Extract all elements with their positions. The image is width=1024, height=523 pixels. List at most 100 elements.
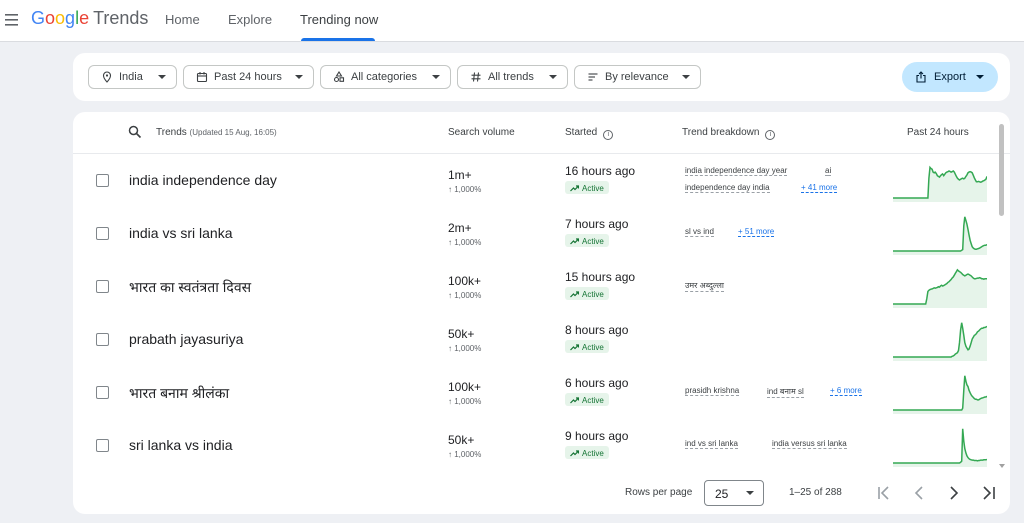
active-status-badge: Active [565,181,609,194]
search-volume-change: ↑ 1,000% [448,450,482,459]
past-24-hours-column-header: Past 24 hours [907,127,969,138]
more-queries-link[interactable]: + 6 more [830,386,862,396]
active-status-badge: Active [565,340,609,353]
trend-name[interactable]: prabath jayasuriya [129,331,243,347]
table-row[interactable]: sri lanka vs india 50k+ ↑ 1,000% 9 hours ag… [73,419,1010,472]
trend-breakdown-query[interactable]: उमर अब्दुल्ला [685,280,724,292]
trend-name[interactable]: sri lanka vs india [129,437,233,453]
row-checkbox[interactable] [96,386,109,399]
sparkline-line [893,216,987,252]
started-time: 9 hours ago [565,429,629,443]
row-checkbox[interactable] [96,333,109,346]
chevron-down-icon [295,75,303,79]
active-status-label: Active [582,236,604,246]
more-queries-link[interactable]: + 41 more [801,183,838,193]
hashtag-icon [471,72,481,82]
export-button-label: Export [934,71,966,83]
calendar-icon [196,72,208,83]
sparkline-line [893,428,987,464]
sparkline-chart [893,322,987,361]
table-row[interactable]: india independence day 1m+ ↑ 1,000% 16 hour… [73,154,1010,207]
rows-per-page-value: 25 [715,487,729,501]
info-icon[interactable]: i [765,130,776,140]
last-page-icon[interactable] [981,484,997,502]
location-filter-chip[interactable]: India [88,65,177,89]
started-column-header[interactable]: Started i [565,127,614,140]
trend-breakdown-column-header: Trend breakdown i [682,127,776,140]
trend-type-filter-label: All trends [488,71,534,83]
search-volume: 100k+ [448,274,482,288]
pagination-range: 1–25 of 288 [789,487,842,498]
updated-timestamp: (Updated 15 Aug, 16:05) [189,128,277,137]
trend-name[interactable]: भारत का स्वतंत्रता दिवस [129,278,251,297]
chevron-down-icon [158,75,166,79]
export-button[interactable]: Export [902,62,998,92]
search-volume: 50k+ [448,433,475,447]
search-volume: 100k+ [448,380,482,394]
category-filter-chip[interactable]: All categories [320,65,451,89]
trend-name[interactable]: भारत बनाम श्रीलंका [129,384,229,403]
first-page-icon[interactable] [876,484,892,502]
trends-column-header: Trends (Updated 15 Aug, 16:05) [156,127,277,138]
search-volume-column-header[interactable]: Search volume [448,127,515,138]
table-row[interactable]: भारत बनाम श्रीलंका 100k+ ↑ 1,000% 6 hours a… [73,366,1010,419]
sparkline-area [893,375,987,414]
nav-tab-home[interactable]: Home [165,12,200,27]
search-icon[interactable] [128,125,142,139]
trend-name[interactable]: india independence day [129,172,277,188]
table-row[interactable]: भारत का स्वतंत्रता दिवस 100k+ ↑ 1,000% 15 h… [73,260,1010,313]
trending-up-icon [570,449,579,456]
active-status-label: Active [582,342,604,352]
trend-breakdown-query[interactable]: ai [825,166,832,176]
row-checkbox[interactable] [96,174,109,187]
table-row[interactable]: india vs sri lanka 2m+ ↑ 1,000% 7 hours ago… [73,207,1010,260]
time-filter-chip[interactable]: Past 24 hours [183,65,314,89]
trend-breakdown-query[interactable]: independence day india [685,183,770,193]
sparkline-chart [893,268,987,308]
trending-up-icon [570,290,579,297]
trend-breakdown-query[interactable]: india independence day year [685,166,788,176]
info-icon[interactable]: i [603,130,614,140]
trend-name[interactable]: india vs sri lanka [129,225,233,241]
category-filter-label: All categories [351,71,418,83]
row-checkbox[interactable] [96,280,109,293]
search-volume: 50k+ [448,327,475,341]
more-queries-link[interactable]: + 51 more [738,227,775,237]
sparkline-area [893,322,987,361]
rows-per-page-select[interactable]: 25 [704,480,764,506]
chevron-down-icon [682,75,690,79]
started-time: 15 hours ago [565,270,636,284]
sparkline-chart [893,216,987,255]
vertical-scrollbar[interactable] [999,124,1004,216]
trend-breakdown-query[interactable]: india versus sri lanka [772,439,847,449]
previous-page-icon[interactable] [911,484,927,502]
hamburger-menu-icon[interactable] [4,11,22,29]
sparkline-chart [893,375,987,414]
sparkline-chart [893,428,987,467]
trend-breakdown-query[interactable]: sl vs ind [685,227,714,237]
sort-filter-chip[interactable]: By relevance [574,65,701,89]
active-tab-indicator [301,38,375,41]
started-time: 16 hours ago [565,164,636,178]
sparkline-area [893,269,987,308]
next-page-icon[interactable] [946,484,962,502]
nav-tab-trending-now[interactable]: Trending now [300,12,378,27]
trend-breakdown-query[interactable]: prasidh krishna [685,386,740,396]
row-checkbox[interactable] [96,227,109,240]
trending-up-icon [570,396,579,403]
location-pin-icon [102,71,112,83]
nav-tab-explore[interactable]: Explore [228,12,272,27]
search-volume-change: ↑ 1,000% [448,397,482,406]
trend-breakdown-query[interactable]: ind vs sri lanka [685,439,738,449]
filter-bar: India Past 24 hours All categories All t… [73,53,1010,101]
table-row[interactable]: prabath jayasuriya 50k+ ↑ 1,000% 8 hours ag… [73,313,1010,366]
table-header: Trends (Updated 15 Aug, 16:05) Search vo… [73,112,1010,154]
scroll-down-arrow-icon[interactable] [999,464,1005,468]
trend-breakdown-query[interactable]: ind बनाम sl [767,386,804,398]
row-checkbox[interactable] [96,439,109,452]
active-status-label: Active [582,448,604,458]
google-trends-logo[interactable]: Google Trends [31,8,148,29]
top-app-bar: Google Trends Home Explore Trending now [0,0,1024,42]
trend-type-filter-chip[interactable]: All trends [457,65,568,89]
sparkline-chart [893,165,987,202]
